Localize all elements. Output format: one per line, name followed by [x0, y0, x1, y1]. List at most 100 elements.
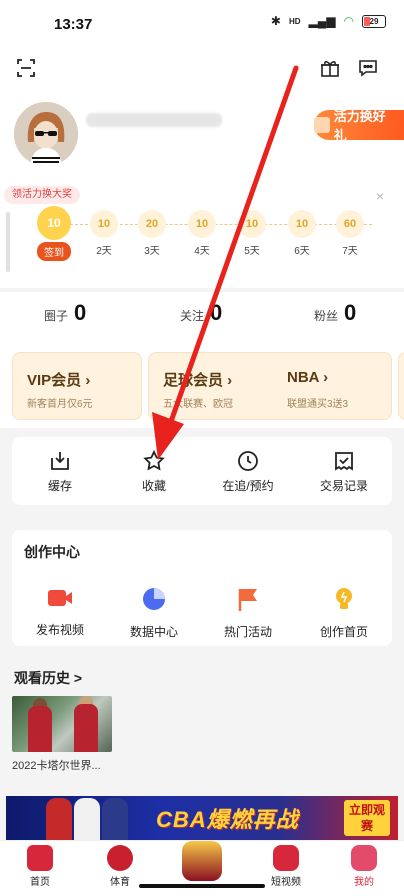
item-label: 创作首页	[319, 625, 368, 639]
tab-vip[interactable]	[172, 841, 232, 883]
scan-icon[interactable]	[14, 56, 38, 80]
status-icons: ✱ HD ▂▄▆ ◠ 29	[271, 14, 386, 28]
tab-label: 我的	[354, 877, 374, 888]
player-figure	[74, 798, 100, 840]
star-icon	[142, 449, 166, 473]
day-label: 2天	[96, 246, 112, 257]
close-icon[interactable]: ×	[376, 188, 384, 204]
home-indicator	[139, 884, 265, 888]
cba-banner[interactable]: CBA爆燃再战 立即观赛	[6, 796, 398, 840]
sports-member-card: 足球会员 › 五大联赛、欧冠 NBA › 联盟通买3送3	[148, 352, 392, 420]
coin-icon: 10	[288, 210, 316, 238]
gift-box-icon	[314, 117, 330, 133]
day-label: 5天	[244, 246, 260, 257]
creation-center: 创作中心 发布视频 数据中心 热门活动 创作首页	[12, 530, 392, 646]
card-subtitle: 五大联赛、欧冠	[163, 399, 233, 410]
stat-label: 粉丝	[314, 309, 339, 323]
checkin-day: 10 2天	[84, 204, 124, 257]
stats-row: 圈子 0 关注 0 粉丝 0	[0, 292, 404, 340]
coin-icon: 10	[238, 210, 266, 238]
checkin-button[interactable]: 签到	[37, 242, 71, 261]
tab-label: 首页	[30, 877, 50, 888]
clock-icon	[236, 449, 260, 473]
data-center-button[interactable]: 数据中心	[112, 586, 196, 640]
history-thumbnail[interactable]	[12, 696, 112, 752]
stat-value: 0	[210, 300, 223, 325]
action-label: 缓存	[47, 479, 72, 493]
item-label: 热门活动	[223, 625, 272, 639]
stat-value: 0	[344, 300, 357, 325]
checkin-strip: 10 签到 10 2天 20 3天 10 4天 10 5天 10 6天 60 7…	[8, 204, 396, 274]
day-label: 7天	[342, 246, 358, 257]
signal-icon: ▂▄▆	[308, 14, 336, 28]
transactions-button[interactable]: 交易记录	[304, 449, 384, 494]
history-caption[interactable]: 2022卡塔尔世界...	[12, 757, 122, 773]
watch-history-title[interactable]: 观看历史 >	[14, 668, 82, 688]
stat-label: 关注	[180, 309, 205, 323]
avatar[interactable]	[14, 102, 78, 166]
item-label: 发布视频	[35, 623, 84, 637]
checkin-day[interactable]: 10 签到	[34, 204, 74, 261]
status-bar: 13:37 ✱ HD ▂▄▆ ◠ 29	[0, 0, 404, 48]
receipt-icon	[332, 449, 356, 473]
card-title: 足球会员 ›	[163, 372, 233, 389]
video-camera-icon	[48, 590, 72, 606]
tab-label: 短视频	[271, 877, 301, 888]
tab-profile[interactable]: 我的	[334, 845, 394, 888]
card-subtitle: 联盟通买3送3	[287, 399, 349, 410]
watch-history: 观看历史 > 2022卡塔尔世界...	[0, 660, 404, 788]
battery-icon: 29	[362, 14, 386, 28]
vip-member-card[interactable]: VIP会员 › 新客首月仅6元	[12, 352, 142, 420]
profile-icon	[351, 845, 377, 871]
favorites-button[interactable]: 收藏	[114, 449, 194, 494]
nba-member-card[interactable]: NBA › 联盟通买3送3	[273, 353, 393, 419]
football-member-card[interactable]: 足球会员 › 五大联赛、欧冠	[149, 353, 269, 419]
sports-icon	[107, 845, 133, 871]
banner-cta-button[interactable]: 立即观赛	[344, 800, 390, 836]
day-label: 6天	[294, 246, 310, 257]
hd-icon: HD	[288, 16, 301, 26]
tab-short-video[interactable]: 短视频	[256, 845, 316, 888]
publish-video-button[interactable]: 发布视频	[18, 586, 102, 638]
gift-icon[interactable]	[318, 56, 342, 80]
action-label: 交易记录	[319, 479, 368, 493]
pie-chart-icon	[143, 588, 165, 610]
stat-circles[interactable]: 圈子 0	[44, 300, 86, 326]
stat-following[interactable]: 关注 0	[180, 300, 222, 326]
activity-reward-button[interactable]: 活力换好礼	[314, 109, 404, 143]
cache-button[interactable]: 缓存	[20, 449, 100, 494]
player-figure	[74, 704, 98, 752]
promo-tag[interactable]: 领活力换大奖	[4, 186, 80, 204]
following-reservation-button[interactable]: 在追/预约	[208, 449, 288, 494]
wifi-icon: ◠	[343, 14, 354, 28]
player-figure	[102, 798, 128, 840]
tab-sports[interactable]: 体育	[90, 845, 150, 888]
card-title: NBA ›	[287, 369, 329, 386]
coin-icon: 10	[188, 210, 216, 238]
creator-home-button[interactable]: 创作首页	[302, 586, 386, 640]
checkin-day: 10 6天	[282, 204, 322, 257]
card-title: VIP会员 ›	[27, 372, 91, 389]
coin-icon: 60	[336, 210, 364, 238]
tab-home[interactable]: 首页	[10, 845, 70, 888]
stat-fans[interactable]: 粉丝 0	[314, 300, 356, 326]
section-title: 创作中心	[24, 544, 80, 560]
username-blurred	[86, 113, 222, 127]
player-figure	[28, 706, 52, 752]
checkin-day: 60 7天	[330, 204, 370, 257]
checkin-day: 20 3天	[132, 204, 172, 257]
action-label: 在追/预约	[222, 479, 274, 493]
activity-reward-label: 活力换好礼	[333, 109, 386, 143]
message-icon[interactable]	[356, 56, 380, 80]
short-video-icon	[273, 845, 299, 871]
member-card-peek[interactable]	[398, 352, 404, 420]
action-label: 收藏	[141, 479, 166, 493]
stat-value: 0	[74, 300, 87, 325]
checkin-day: 10 5天	[232, 204, 272, 257]
day-label: 3天	[144, 246, 160, 257]
player-figure	[46, 798, 72, 840]
status-time: 13:37	[54, 16, 93, 33]
hot-events-button[interactable]: 热门活动	[206, 586, 290, 640]
coin-icon: 10	[90, 210, 118, 238]
item-label: 数据中心	[129, 625, 178, 639]
